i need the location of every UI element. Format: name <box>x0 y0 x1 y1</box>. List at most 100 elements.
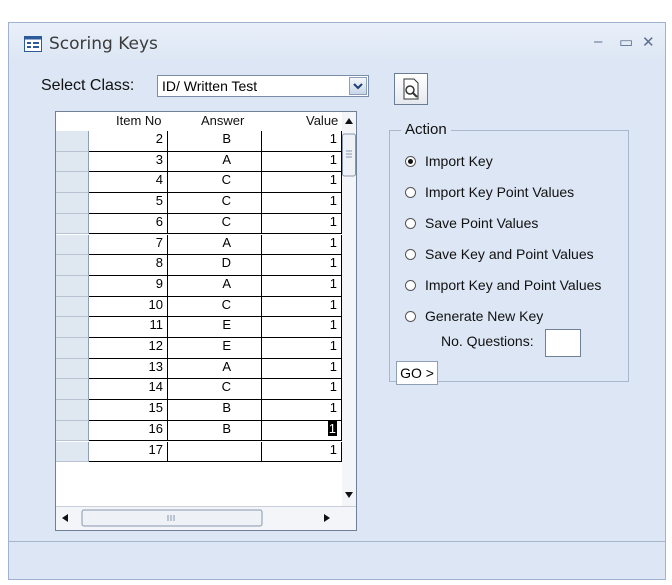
row-selector[interactable] <box>56 420 89 442</box>
value-cell[interactable]: 1 <box>262 296 342 318</box>
item-no-cell[interactable]: 4 <box>89 172 168 194</box>
answer-cell[interactable]: A <box>168 358 262 380</box>
row-selector[interactable] <box>56 172 89 194</box>
answer-cell[interactable]: C <box>168 213 262 235</box>
row-selector[interactable] <box>56 255 89 276</box>
row-selector[interactable] <box>56 234 89 256</box>
value-cell[interactable]: 1 <box>262 420 342 442</box>
answer-cell-text: B <box>222 131 231 146</box>
print-preview-button[interactable] <box>394 73 428 105</box>
scoring-key-grid[interactable]: Item No Answer Value 2B13A14C15C16C17A18… <box>55 111 357 531</box>
answer-cell[interactable]: C <box>168 379 262 401</box>
item-no-cell[interactable]: 11 <box>89 317 168 338</box>
item-no-cell[interactable]: 17 <box>89 441 168 463</box>
column-header-item-no[interactable]: Item No <box>116 113 162 128</box>
value-cell-text: 1 <box>329 255 337 271</box>
value-cell[interactable]: 1 <box>262 441 342 463</box>
row-selector[interactable] <box>56 441 89 463</box>
item-no-cell[interactable]: 12 <box>89 338 168 359</box>
value-cell[interactable]: 1 <box>262 131 342 152</box>
action-group-label: Action <box>401 121 451 138</box>
answer-cell-text: C <box>221 213 231 229</box>
maximize-button[interactable]: ▭ <box>619 33 633 51</box>
radio-button-icon[interactable] <box>405 279 416 291</box>
row-selector[interactable] <box>56 317 89 338</box>
column-header-value[interactable]: Value <box>306 113 338 128</box>
answer-cell[interactable]: A <box>168 151 262 173</box>
row-selector[interactable] <box>56 131 89 152</box>
answer-cell-text: A <box>222 275 231 291</box>
value-cell-text: 1 <box>329 275 337 291</box>
item-no-cell[interactable]: 15 <box>89 400 168 421</box>
answer-cell-text: E <box>222 338 231 353</box>
answer-cell[interactable]: D <box>168 255 262 276</box>
row-selector[interactable] <box>56 296 89 318</box>
horizontal-scrollbar[interactable] <box>56 506 356 530</box>
radio-button-icon[interactable] <box>405 248 416 260</box>
row-selector[interactable] <box>56 213 89 235</box>
radio-option[interactable]: Import Key and Point Values <box>405 277 601 295</box>
item-no-cell[interactable]: 3 <box>89 151 168 173</box>
value-cell[interactable]: 1 <box>262 317 342 338</box>
answer-cell[interactable]: B <box>168 131 262 152</box>
value-cell[interactable]: 1 <box>262 400 342 421</box>
answer-cell[interactable]: C <box>168 172 262 194</box>
item-no-cell[interactable]: 6 <box>89 213 168 235</box>
value-cell[interactable]: 1 <box>262 358 342 380</box>
value-cell[interactable]: 1 <box>262 213 342 235</box>
answer-cell[interactable]: C <box>168 296 262 318</box>
row-selector[interactable] <box>56 193 89 214</box>
value-cell[interactable]: 1 <box>262 338 342 359</box>
answer-cell[interactable]: E <box>168 317 262 338</box>
vertical-scrollbar[interactable] <box>342 112 356 506</box>
row-selector[interactable] <box>56 151 89 173</box>
item-no-cell[interactable]: 7 <box>89 234 168 256</box>
answer-cell[interactable]: B <box>168 420 262 442</box>
row-selector[interactable] <box>56 358 89 380</box>
row-selector[interactable] <box>56 379 89 401</box>
value-cell[interactable]: 1 <box>262 275 342 297</box>
select-class-dropdown[interactable]: ID/ Written Test <box>157 75 369 97</box>
radio-option[interactable]: Import Key <box>405 153 493 171</box>
column-header-answer[interactable]: Answer <box>201 113 244 128</box>
answer-cell[interactable]: A <box>168 275 262 297</box>
radio-button-icon[interactable] <box>405 155 416 167</box>
answer-cell[interactable]: A <box>168 234 262 256</box>
item-no-cell[interactable]: 10 <box>89 296 168 318</box>
radio-option[interactable]: Generate New Key <box>405 308 543 326</box>
radio-option[interactable]: Save Key and Point Values <box>405 246 594 264</box>
answer-cell[interactable]: C <box>168 193 262 214</box>
row-selector[interactable] <box>56 400 89 421</box>
radio-button-icon[interactable] <box>405 186 416 198</box>
close-button[interactable]: ✕ <box>642 33 655 51</box>
value-cell[interactable]: 1 <box>262 193 342 214</box>
radio-option[interactable]: Save Point Values <box>405 215 538 233</box>
item-no-cell[interactable]: 14 <box>89 379 168 401</box>
radio-button-icon[interactable] <box>405 217 416 229</box>
value-cell[interactable]: 1 <box>262 151 342 173</box>
value-cell[interactable]: 1 <box>262 379 342 401</box>
value-cell[interactable]: 1 <box>262 255 342 276</box>
radio-option[interactable]: Import Key Point Values <box>405 184 574 202</box>
answer-cell[interactable]: E <box>168 338 262 359</box>
value-cell[interactable]: 1 <box>262 234 342 256</box>
radio-button-icon[interactable] <box>405 310 416 322</box>
value-cell-text: 1 <box>329 317 337 333</box>
answer-cell[interactable]: B <box>168 400 262 421</box>
row-selector[interactable] <box>56 275 89 297</box>
row-selector[interactable] <box>56 338 89 359</box>
value-cell[interactable]: 1 <box>262 172 342 194</box>
item-no-cell[interactable]: 16 <box>89 420 168 442</box>
dropdown-arrow-button[interactable] <box>349 77 367 95</box>
item-no-cell[interactable]: 5 <box>89 193 168 214</box>
go-button[interactable]: GO > <box>396 361 438 385</box>
no-questions-input[interactable] <box>545 329 581 357</box>
minimize-button[interactable]: – <box>594 33 602 50</box>
answer-cell[interactable] <box>168 441 262 463</box>
item-no-cell[interactable]: 8 <box>89 255 168 276</box>
item-no-cell[interactable]: 2 <box>89 131 168 152</box>
form-icon <box>24 36 42 52</box>
item-no-cell-text: 17 <box>148 441 163 457</box>
item-no-cell[interactable]: 9 <box>89 275 168 297</box>
item-no-cell[interactable]: 13 <box>89 358 168 380</box>
